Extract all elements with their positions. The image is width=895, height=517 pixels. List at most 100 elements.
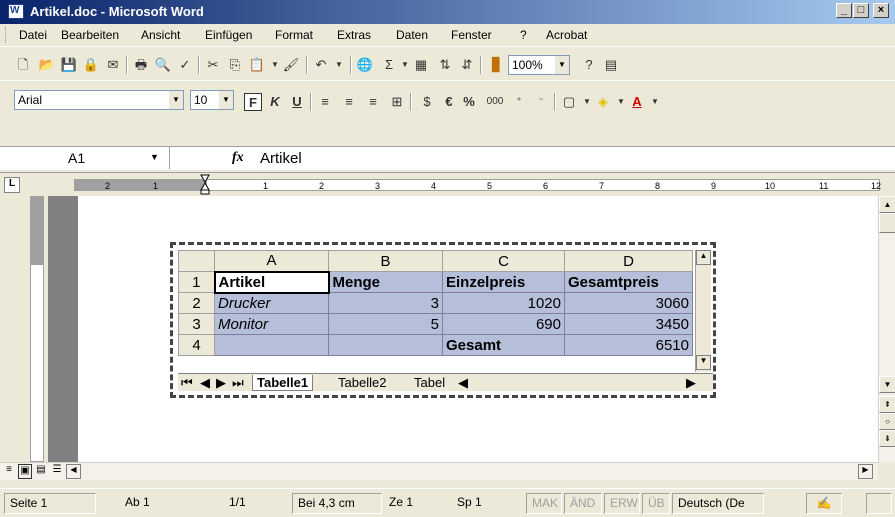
cell[interactable]: Gesamtpreis (564, 271, 693, 293)
underline-button[interactable]: U (288, 93, 306, 111)
cell[interactable]: Gesamt (442, 334, 565, 356)
undo-icon[interactable]: ↶ (312, 56, 330, 74)
fill-color-icon[interactable]: ◈ (594, 93, 612, 111)
sheet-hscroll-left-icon[interactable]: ◀ (458, 375, 468, 391)
save-icon[interactable]: 💾 (60, 56, 78, 74)
cell[interactable] (214, 334, 329, 356)
row-header[interactable]: 4 (178, 334, 215, 356)
bold-button[interactable]: F (244, 93, 262, 111)
cell[interactable]: Monitor (214, 313, 329, 335)
currency-style-icon[interactable]: $ (418, 93, 436, 111)
tab-tabelle1[interactable]: Tabelle1 (252, 375, 314, 391)
cell[interactable]: 1020 (442, 292, 565, 314)
sheet-vscroll[interactable]: ▲ ▼ (695, 250, 711, 372)
scroll-right-icon[interactable]: ▶ (858, 464, 873, 479)
column-header[interactable]: D (564, 250, 693, 272)
column-header[interactable]: A (214, 250, 329, 272)
vertical-ruler[interactable] (24, 196, 48, 462)
open-folder-icon[interactable]: 📂 (38, 56, 56, 74)
menu-ansicht[interactable]: Ansicht (141, 28, 180, 42)
cell-a1[interactable]: Artikel (213, 270, 330, 294)
sort-ascending-icon[interactable]: ⇅ (436, 56, 454, 74)
status-mak[interactable]: MAK (526, 493, 562, 514)
print-layout-icon[interactable]: ▤ (34, 464, 48, 479)
indent-marker-icon[interactable] (200, 173, 210, 195)
percent-button[interactable]: % (460, 93, 478, 111)
column-header[interactable]: C (442, 250, 565, 272)
outline-view-icon[interactable]: ☰ (50, 464, 64, 479)
horizontal-scrollbar[interactable]: ≡ ▣ ▤ ☰ ◀ ▶ (0, 462, 878, 480)
column-header[interactable]: B (328, 250, 443, 272)
vertical-scrollbar[interactable]: ▲ ▼ ⇞ ○ ⇟ (878, 196, 895, 462)
name-box-dropdown-icon[interactable]: ▼ (150, 152, 159, 162)
scroll-down-icon[interactable]: ▼ (879, 376, 895, 393)
cell[interactable]: 3060 (564, 292, 693, 314)
scroll-thumb[interactable] (879, 213, 895, 233)
font-combo[interactable]: Arial ▼ (14, 90, 184, 110)
name-box[interactable]: A1 ▼ (0, 147, 170, 169)
close-button[interactable]: × (873, 3, 889, 18)
sheet-scroll-down-icon[interactable]: ▼ (696, 355, 711, 370)
spelling-status-icon[interactable]: ✍ (806, 493, 842, 514)
cut-icon[interactable]: ✂ (204, 56, 222, 74)
sheet-scroll-up-icon[interactable]: ▲ (696, 250, 711, 265)
status-aend[interactable]: ÄND (564, 493, 602, 514)
embedded-spreadsheet[interactable]: A B C D 1 Artikel Menge Einzelpreis Gesa… (170, 242, 716, 398)
menu-datei[interactable]: Datei (19, 28, 47, 42)
scroll-left-icon[interactable]: ◀ (66, 464, 81, 479)
next-sheet-icon[interactable]: ▶ (216, 375, 226, 391)
row-header[interactable]: 1 (178, 271, 215, 293)
font-color-icon[interactable]: A (628, 93, 646, 111)
menu-extras[interactable]: Extras (337, 28, 371, 42)
euro-button[interactable]: € (440, 93, 458, 111)
corner-select-all[interactable] (178, 250, 215, 272)
cell[interactable]: 6510 (564, 334, 693, 356)
align-center-icon[interactable]: ≡ (340, 93, 358, 111)
menu-grip[interactable] (5, 27, 8, 43)
decrease-decimal-icon[interactable]: ⁻ (532, 93, 550, 111)
cell[interactable]: 3 (328, 292, 443, 314)
first-sheet-icon[interactable]: ⏮ (181, 375, 193, 391)
zoom-combo[interactable]: 100% ▼ (508, 55, 570, 75)
cell[interactable]: 5 (328, 313, 443, 335)
borders-icon[interactable]: ▢ (560, 93, 578, 111)
menu-acrobat[interactable]: Acrobat (546, 28, 587, 42)
status-language[interactable]: Deutsch (De (672, 493, 764, 514)
merge-center-icon[interactable]: ⊞ (388, 93, 406, 111)
cell[interactable]: 690 (442, 313, 565, 335)
font-color-dropdown-icon[interactable]: ▼ (646, 93, 664, 111)
menu-einfuegen[interactable]: Einfügen (205, 28, 252, 42)
tab-tabelle3[interactable]: Tabel (410, 375, 449, 390)
email-icon[interactable]: ✉ (104, 56, 122, 74)
cell[interactable]: Einzelpreis (442, 271, 565, 293)
status-erw[interactable]: ERW (604, 493, 640, 514)
print-preview-icon[interactable]: 🔍 (154, 56, 172, 74)
hyperlink-icon[interactable]: 🌐 (356, 56, 374, 74)
align-right-icon[interactable]: ≡ (364, 93, 382, 111)
prev-page-icon[interactable]: ⇞ (879, 396, 895, 413)
align-left-icon[interactable]: ≡ (316, 93, 334, 111)
normal-view-icon[interactable]: ≡ (2, 464, 16, 479)
menu-fenster[interactable]: Fenster (451, 28, 492, 42)
spelling-icon[interactable]: ✓ (176, 56, 194, 74)
status-ueb[interactable]: ÜB (642, 493, 670, 514)
web-layout-icon[interactable]: ▣ (18, 464, 32, 479)
last-sheet-icon[interactable]: ⏭ (232, 375, 244, 391)
new-document-icon[interactable]: 🗋 (14, 56, 32, 74)
cell[interactable]: Drucker (214, 292, 329, 314)
maximize-button[interactable]: □ (853, 3, 869, 18)
undo-dropdown-icon[interactable]: ▼ (330, 56, 348, 74)
fx-icon[interactable]: fx (232, 150, 244, 166)
tab-selector-icon[interactable]: L (4, 177, 20, 193)
copy-icon[interactable]: ⎘ (226, 56, 244, 74)
paste-icon[interactable]: 📋 (248, 56, 266, 74)
browse-object-icon[interactable]: ○ (879, 413, 895, 430)
minimize-button[interactable]: _ (836, 3, 852, 18)
row-header[interactable]: 3 (178, 313, 215, 335)
reading-mode-icon[interactable]: ▤ (602, 56, 620, 74)
chart-icon[interactable]: ▊ (488, 56, 506, 74)
formula-content[interactable]: Artikel (260, 150, 302, 167)
font-size-combo[interactable]: 10 ▼ (190, 90, 234, 110)
menu-bearbeiten[interactable]: Bearbeiten (61, 28, 119, 42)
next-page-icon[interactable]: ⇟ (879, 430, 895, 447)
